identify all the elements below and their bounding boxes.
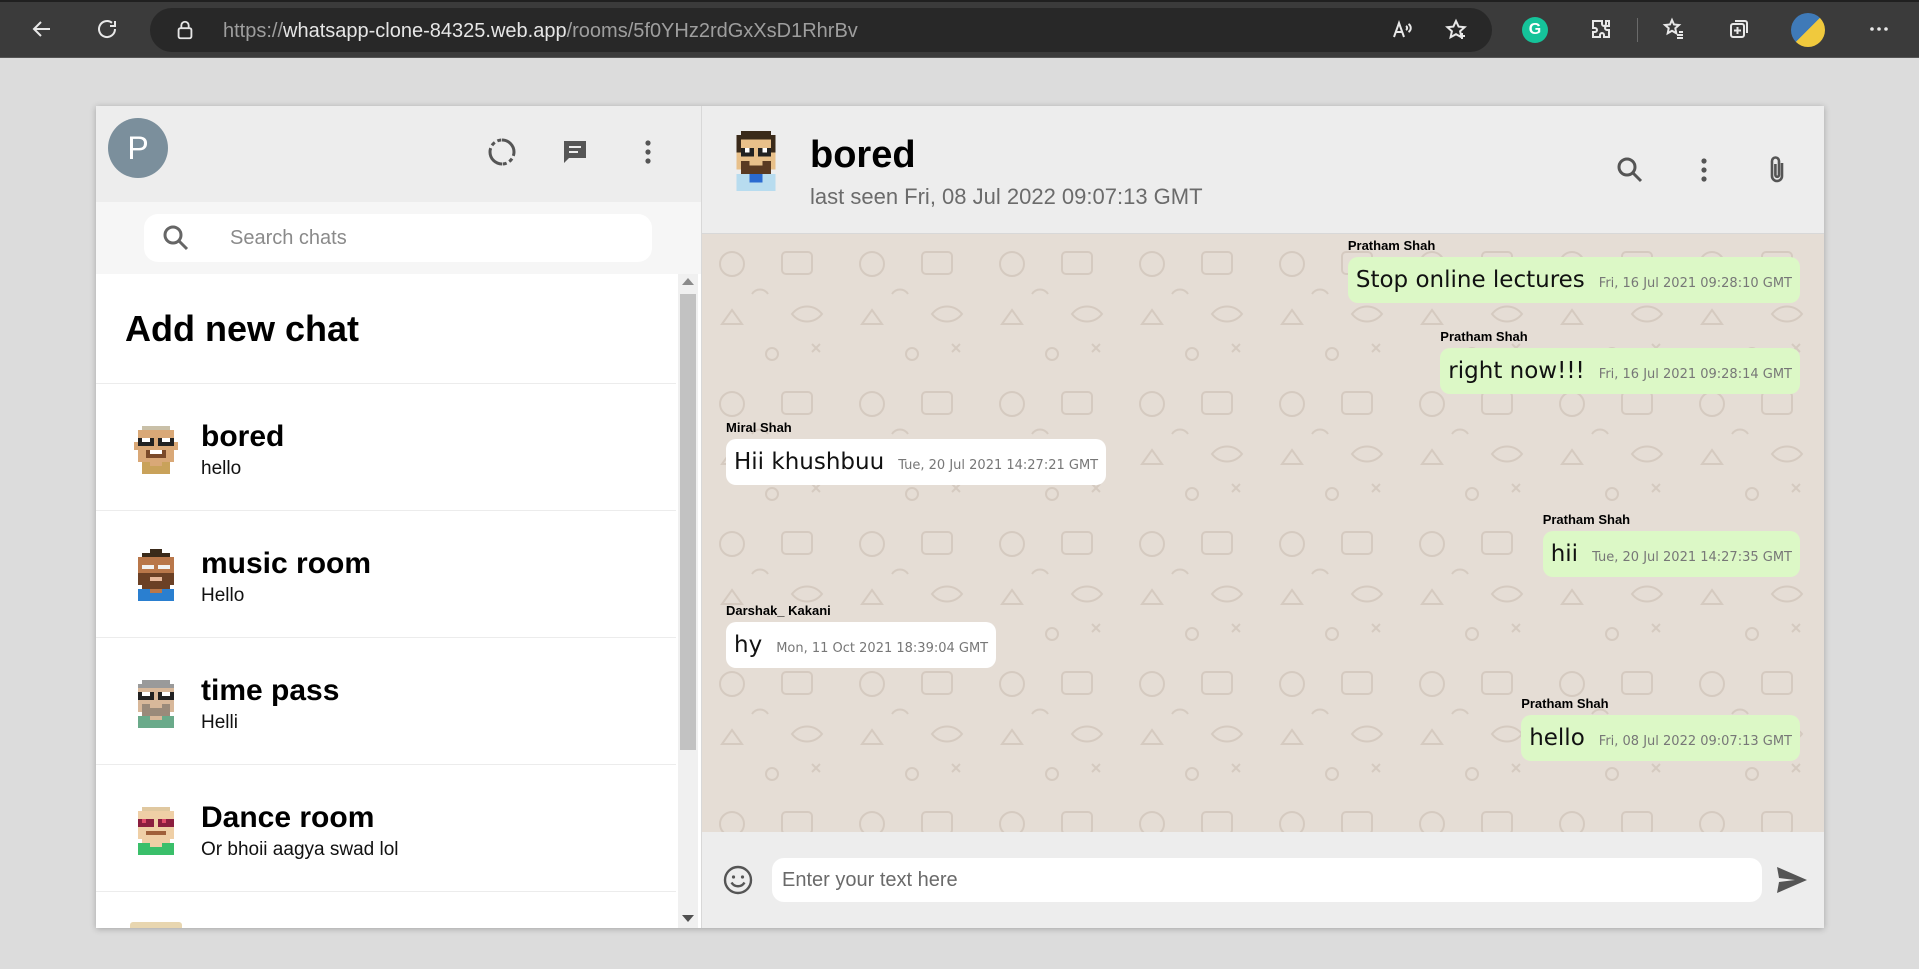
room-avatar[interactable]: [728, 130, 784, 192]
message-text: hy: [734, 632, 763, 658]
search-box[interactable]: [144, 214, 652, 262]
message-time: Fri, 08 Jul 2022 09:07:13 GMT: [1598, 734, 1792, 749]
address-bar[interactable]: https://whatsapp-clone-84325.web.app/roo…: [150, 8, 1492, 52]
chat-header: bored last seen Fri, 08 Jul 2022 09:07:1…: [702, 106, 1824, 234]
url-text: https://whatsapp-clone-84325.web.app/roo…: [223, 20, 858, 42]
send-icon[interactable]: [1774, 862, 1810, 898]
message-sender: Darshak_ Kakani: [726, 603, 831, 618]
status-icon[interactable]: [482, 132, 522, 172]
refresh-icon[interactable]: [91, 13, 123, 45]
more-icon[interactable]: [1863, 13, 1895, 45]
browser-toolbar: https://whatsapp-clone-84325.web.app/roo…: [0, 0, 1919, 58]
message: Pratham Shah hello Fri, 08 Jul 2022 09:0…: [1521, 696, 1800, 761]
chat-last-message: Or bhoii aagya swad lol: [201, 839, 399, 860]
chat-item-time-pass[interactable]: time pass Helli: [96, 638, 676, 765]
message: Darshak_ Kakani hy Mon, 11 Oct 2021 18:3…: [726, 603, 997, 668]
add-new-chat-button[interactable]: Add new chat: [96, 274, 676, 384]
menu-dots-icon[interactable]: [1684, 150, 1724, 190]
grammarly-icon[interactable]: G: [1522, 17, 1548, 43]
emoji-icon[interactable]: [722, 864, 754, 896]
message-bubble[interactable]: hello Fri, 08 Jul 2022 09:07:13 GMT: [1521, 715, 1800, 761]
toolbar-divider: [1637, 18, 1638, 42]
message-text: Hii khushbuu: [734, 449, 885, 475]
message-time: Fri, 16 Jul 2021 09:28:14 GMT: [1598, 367, 1792, 382]
avatar: [138, 807, 174, 855]
search-area: [96, 202, 701, 274]
back-icon[interactable]: [26, 13, 58, 45]
message: Pratham Shah right now!!! Fri, 16 Jul 20…: [1440, 329, 1800, 394]
message-time: Fri, 16 Jul 2021 09:28:10 GMT: [1598, 276, 1792, 291]
chat-pane: bored last seen Fri, 08 Jul 2022 09:07:1…: [702, 106, 1824, 928]
chat-list-scrollbar[interactable]: [678, 274, 698, 928]
message-sender: Pratham Shah: [1347, 238, 1436, 253]
scrollbar-thumb[interactable]: [680, 294, 696, 750]
message-time: Mon, 11 Oct 2021 18:39:04 GMT: [776, 641, 989, 656]
message-bubble[interactable]: right now!!! Fri, 16 Jul 2021 09:28:14 G…: [1440, 348, 1800, 394]
chat-item-partial[interactable]: [96, 892, 676, 928]
chat-item-bored[interactable]: bored hello: [96, 384, 676, 511]
message: Pratham Shah hii Tue, 20 Jul 2021 14:27:…: [1542, 512, 1800, 577]
message-text: hello: [1529, 725, 1585, 751]
avatar: [134, 426, 178, 474]
collections-icon[interactable]: [1723, 13, 1755, 45]
chat-name: time pass: [201, 674, 340, 707]
chat-last-message: hello: [201, 458, 242, 479]
message-text: Stop online lectures: [1355, 267, 1585, 293]
new-chat-icon[interactable]: [555, 132, 595, 172]
message-bubble[interactable]: hii Tue, 20 Jul 2021 14:27:35 GMT: [1542, 531, 1800, 577]
chat-name: music room: [201, 547, 372, 580]
attach-icon[interactable]: [1757, 150, 1797, 190]
chat-item-dance-room[interactable]: Dance room Or bhoii aagya swad lol: [96, 765, 676, 892]
scroll-up-icon[interactable]: [682, 278, 694, 285]
message-time: Tue, 20 Jul 2021 14:27:21 GMT: [898, 458, 1099, 473]
read-aloud-icon[interactable]: [1386, 14, 1418, 46]
search-input[interactable]: [230, 224, 630, 252]
user-avatar[interactable]: P: [108, 118, 168, 178]
message-bubble[interactable]: Hii khushbuu Tue, 20 Jul 2021 14:27:21 G…: [726, 439, 1107, 485]
message-text: right now!!!: [1448, 358, 1585, 384]
message-sender: Pratham Shah: [1521, 696, 1609, 711]
chat-name: bored: [201, 420, 285, 453]
chat-last-message: Hello: [201, 585, 245, 606]
message: Pratham Shah Stop online lectures Fri, 1…: [1347, 238, 1800, 303]
message-sender: Pratham Shah: [1440, 329, 1528, 344]
sidebar-header: P: [96, 106, 701, 202]
lock-icon: [177, 20, 193, 40]
message-input[interactable]: [772, 858, 1762, 902]
avatar: [138, 549, 174, 601]
avatar: [138, 680, 174, 728]
profile-icon[interactable]: [1791, 13, 1825, 47]
search-icon[interactable]: [1610, 150, 1650, 190]
chat-list: Add new chat bored hello music room Hell…: [96, 274, 701, 928]
menu-dots-icon[interactable]: [628, 132, 668, 172]
message-sender: Pratham Shah: [1542, 512, 1631, 527]
message-sender: Miral Shah: [726, 420, 792, 435]
search-icon: [163, 225, 189, 251]
message: Miral Shah Hii khushbuu Tue, 20 Jul 2021…: [726, 420, 1107, 485]
chat-title: bored: [810, 134, 916, 176]
chat-footer: [702, 832, 1824, 928]
scroll-down-icon[interactable]: [682, 915, 694, 922]
message-bubble[interactable]: Stop online lectures Fri, 16 Jul 2021 09…: [1347, 257, 1800, 303]
extensions-icon[interactable]: [1585, 13, 1617, 45]
sidebar: P Add new chat: [96, 106, 702, 928]
message-text: hii: [1550, 541, 1579, 567]
add-new-chat-label: Add new chat: [125, 307, 360, 349]
add-favorite-icon[interactable]: [1440, 14, 1472, 46]
message-area: Pratham Shah Stop online lectures Fri, 1…: [702, 234, 1824, 832]
avatar: [130, 922, 182, 928]
message-bubble[interactable]: hy Mon, 11 Oct 2021 18:39:04 GMT: [726, 622, 997, 668]
last-seen-status: last seen Fri, 08 Jul 2022 09:07:13 GMT: [810, 184, 1203, 209]
chat-name: Dance room: [201, 801, 375, 834]
chat-item-music-room[interactable]: music room Hello: [96, 511, 676, 638]
favorites-icon[interactable]: [1658, 13, 1690, 45]
whatsapp-app: P Add new chat: [96, 106, 1824, 928]
chat-last-message: Helli: [201, 712, 238, 733]
message-time: Tue, 20 Jul 2021 14:27:35 GMT: [1592, 550, 1792, 565]
